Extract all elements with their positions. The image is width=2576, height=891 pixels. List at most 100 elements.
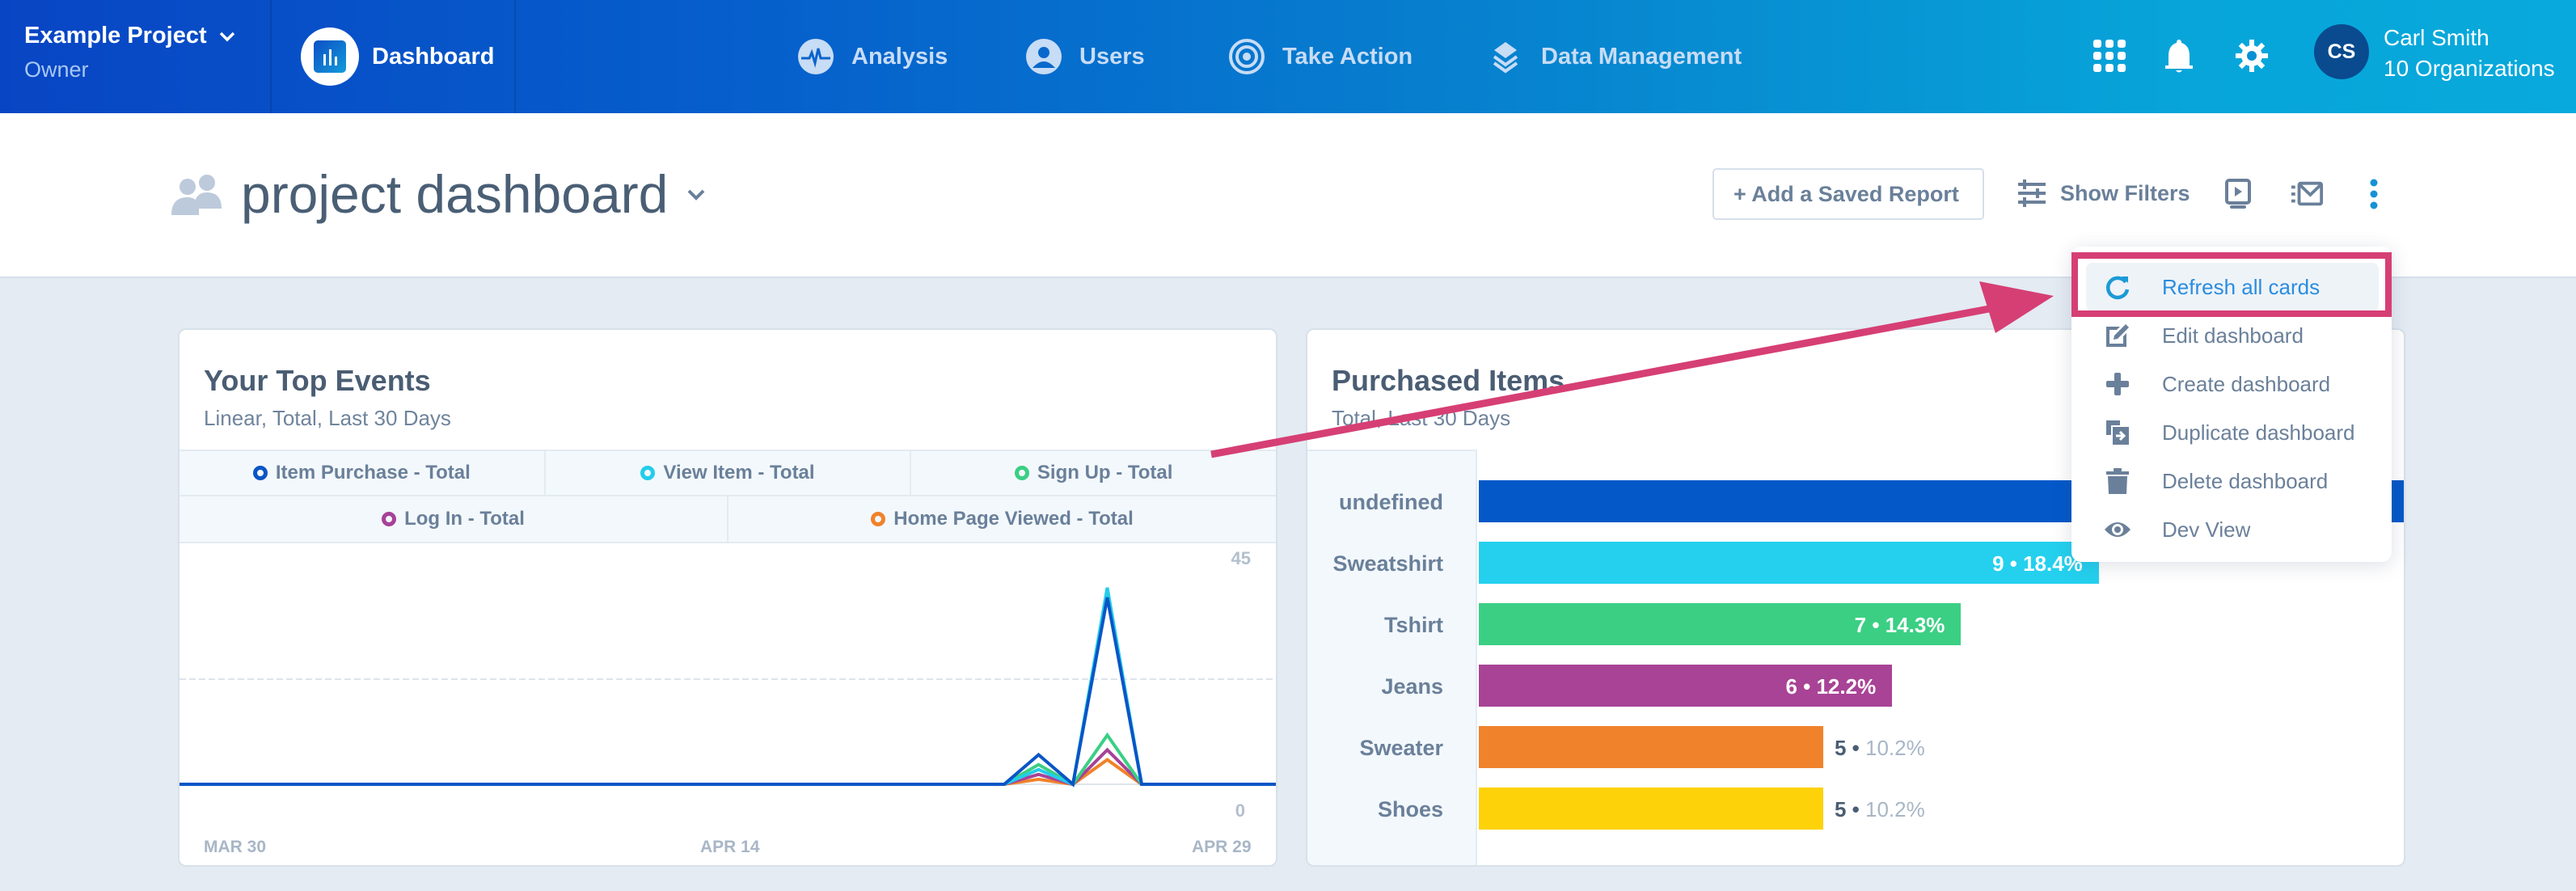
- target-icon: [1229, 39, 1265, 74]
- menu-item-delete-dashboard[interactable]: Delete dashboard: [2071, 457, 2392, 505]
- legend-dot-icon: [871, 512, 886, 526]
- project-role: Owner: [24, 57, 89, 82]
- legend-dot-icon: [1014, 466, 1029, 480]
- project-name: Example Project: [24, 23, 207, 49]
- y-tick-label: 45: [1231, 548, 1251, 568]
- top-navigation: Example Project Owner Dashboard Analysis…: [0, 0, 2576, 113]
- legend-dot-icon: [382, 512, 397, 526]
- bar-value-label: 7 • 14.3%: [1854, 613, 1945, 637]
- menu-item-label: Edit dashboard: [2162, 323, 2304, 348]
- nav-item-analysis[interactable]: Analysis: [796, 0, 948, 113]
- bar[interactable]: [1479, 726, 1823, 768]
- bar-category-label: undefined: [1339, 490, 1443, 514]
- bell-icon[interactable]: [2157, 34, 2201, 78]
- shared-users-icon: [171, 175, 222, 215]
- layers-icon: [1493, 42, 1518, 74]
- pulse-icon: [798, 39, 834, 74]
- bar-category-label: Shoes: [1377, 797, 1443, 821]
- chevron-down-icon: [687, 189, 705, 201]
- nav-item-label: Data Management: [1541, 43, 1742, 70]
- legend-item[interactable]: View Item - Total: [546, 451, 912, 495]
- nav-item-data-management[interactable]: Data Management: [1486, 0, 1742, 113]
- menu-item-label: Delete dashboard: [2162, 468, 2329, 493]
- series-line: [179, 747, 1276, 787]
- card-subtitle: Linear, Total, Last 30 Days: [204, 406, 451, 430]
- menu-item-duplicate-dashboard[interactable]: Duplicate dashboard: [2071, 408, 2392, 457]
- add-saved-report-button[interactable]: + Add a Saved Report: [1712, 168, 1984, 220]
- menu-item-label: Duplicate dashboard: [2162, 420, 2355, 445]
- page-title: project dashboard: [241, 164, 669, 224]
- legend-dot-icon: [640, 466, 656, 480]
- legend-item[interactable]: Home Page Viewed - Total: [728, 496, 1276, 542]
- user-avatar[interactable]: CS: [2314, 24, 2369, 79]
- user-menu[interactable]: Carl Smith 10 Organizations: [2384, 23, 2555, 84]
- legend-label: Home Page Viewed - Total: [893, 508, 1134, 530]
- line-chart: 45 0: [179, 548, 1276, 821]
- project-switcher[interactable]: Example Project Owner: [0, 0, 272, 113]
- menu-item-create-dashboard[interactable]: Create dashboard: [2071, 360, 2392, 408]
- bar-value-label: 6 • 12.2%: [1785, 674, 1877, 699]
- menu-item-refresh-all-cards[interactable]: Refresh all cards: [2086, 263, 2379, 311]
- nav-item-label: Users: [1079, 43, 1145, 70]
- user-name: Carl Smith: [2384, 25, 2489, 50]
- legend-item[interactable]: Sign Up - Total: [911, 451, 1276, 495]
- bar-value-label: 9 • 18.4%: [1992, 551, 2083, 576]
- user-icon: [1026, 39, 1062, 74]
- bar-value-label: 5 • 10.2%: [1835, 797, 1925, 821]
- show-filters-label: Show Filters: [2060, 180, 2190, 205]
- card-title: Your Top Events: [204, 364, 431, 397]
- nav-item-users[interactable]: Users: [1024, 0, 1145, 113]
- y-tick-label: 0: [1235, 800, 1245, 821]
- legend-label: Sign Up - Total: [1037, 462, 1173, 484]
- plus-icon: [2106, 373, 2129, 395]
- menu-item-label: Refresh all cards: [2162, 274, 2321, 299]
- more-options-icon[interactable]: [2358, 178, 2390, 210]
- email-digest-icon[interactable]: [2291, 178, 2324, 210]
- legend-label: Item Purchase - Total: [275, 462, 471, 484]
- nav-item-take-action[interactable]: Take Action: [1227, 0, 1413, 113]
- chart-legend: Item Purchase - Total View Item - Total …: [179, 450, 1276, 543]
- nav-item-label: Analysis: [851, 43, 948, 70]
- trash-icon: [2106, 468, 2129, 494]
- menu-item-label: Dev View: [2162, 517, 2251, 542]
- x-tick-label: APR 14: [700, 838, 760, 856]
- bar[interactable]: [1479, 788, 1823, 830]
- menu-item-label: Create dashboard: [2162, 371, 2331, 396]
- apps-grid-icon[interactable]: [2088, 34, 2131, 78]
- legend-label: View Item - Total: [663, 462, 815, 484]
- dashboard-icon: [301, 27, 359, 86]
- show-filters-button[interactable]: Show Filters: [2018, 179, 2190, 207]
- bar-category-label: Tshirt: [1384, 613, 1443, 637]
- bar-value-label: 5 • 10.2%: [1835, 736, 1925, 760]
- x-tick-label: MAR 30: [204, 838, 267, 856]
- duplicate-icon: [2106, 420, 2129, 445]
- dashboard-title-selector[interactable]: project dashboard: [170, 163, 707, 225]
- card-top-events: Your Top Events Linear, Total, Last 30 D…: [178, 328, 1277, 867]
- card-subtitle: Total, Last 30 Days: [1332, 406, 1511, 430]
- bar-category-label: Jeans: [1381, 674, 1443, 699]
- user-organizations: 10 Organizations: [2384, 56, 2555, 81]
- nav-item-dashboard[interactable]: Dashboard: [272, 0, 516, 113]
- legend-dot-icon: [252, 466, 268, 480]
- x-tick-label: APR 29: [1192, 838, 1252, 856]
- edit-icon: [2106, 324, 2129, 347]
- nav-item-dashboard-label: Dashboard: [372, 43, 495, 70]
- menu-item-edit-dashboard[interactable]: Edit dashboard: [2071, 311, 2392, 360]
- menu-item-dev-view[interactable]: Dev View: [2071, 505, 2392, 554]
- bar-category-column: undefined Sweatshirt Tshirt Jeans Sweater Sho…: [1307, 450, 1477, 865]
- series-line: [179, 597, 1276, 788]
- bar-category-label: Sweatshirt: [1332, 551, 1443, 576]
- sliders-icon: [2018, 179, 2046, 207]
- series-line: [179, 732, 1276, 787]
- gear-icon[interactable]: [2230, 34, 2274, 78]
- dashboard-options-menu: Refresh all cards Edit dashboard Create …: [2071, 247, 2392, 562]
- series-line: [179, 758, 1276, 787]
- legend-item[interactable]: Log In - Total: [179, 496, 728, 542]
- card-title: Purchased Items: [1332, 364, 1565, 397]
- present-mode-icon[interactable]: [2222, 178, 2254, 210]
- legend-item[interactable]: Item Purchase - Total: [179, 451, 546, 495]
- refresh-icon: [2105, 276, 2130, 300]
- eye-icon: [2105, 522, 2130, 537]
- legend-label: Log In - Total: [404, 508, 525, 530]
- nav-item-label: Take Action: [1282, 43, 1413, 70]
